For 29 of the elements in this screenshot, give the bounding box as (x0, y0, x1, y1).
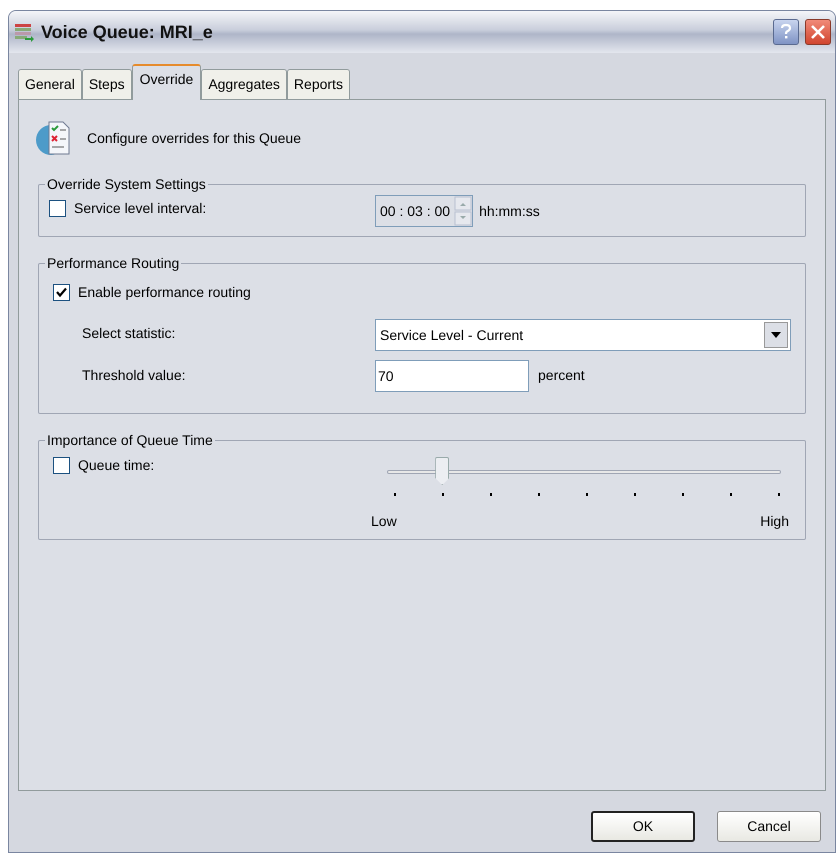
slider-thumb[interactable] (435, 457, 450, 485)
checkbox[interactable] (53, 457, 70, 474)
tab[interactable]: General (18, 69, 82, 99)
checkbox-label: Service level interval: (74, 199, 206, 218)
dialog-button[interactable]: Cancel (717, 811, 821, 842)
checkbox-label: Enable performance routing (78, 283, 251, 302)
field-label: Threshold value: (82, 366, 186, 385)
tab[interactable]: Override (132, 64, 202, 100)
tab[interactable]: Steps (82, 69, 132, 99)
time-spinner[interactable]: 00 : 03 : 00 (375, 195, 474, 227)
help-icon[interactable] (773, 19, 799, 45)
tab[interactable]: Aggregates (201, 69, 287, 99)
header-text: Configure overrides for this Queue (87, 128, 301, 148)
app-icon (13, 21, 35, 43)
close-icon[interactable] (805, 19, 831, 45)
checkbox[interactable] (53, 284, 70, 301)
dialog-button[interactable]: OK (591, 811, 695, 842)
field-label: Select statistic: (82, 324, 176, 343)
slider-max-label: High (760, 512, 789, 531)
unit-label: percent (538, 366, 585, 385)
window-title: Voice Queue: MRI_e (41, 20, 214, 44)
threshold-field[interactable]: 70 (375, 360, 529, 392)
slider-min-label: Low (371, 512, 397, 531)
statistic-dropdown[interactable]: Service Level - Current (375, 319, 791, 351)
slider[interactable] (387, 457, 781, 485)
tab[interactable]: Reports (286, 69, 350, 99)
checkbox[interactable] (49, 200, 66, 217)
checkbox-label: Queue time: (78, 456, 154, 475)
unit-label: hh:mm:ss (479, 202, 540, 220)
